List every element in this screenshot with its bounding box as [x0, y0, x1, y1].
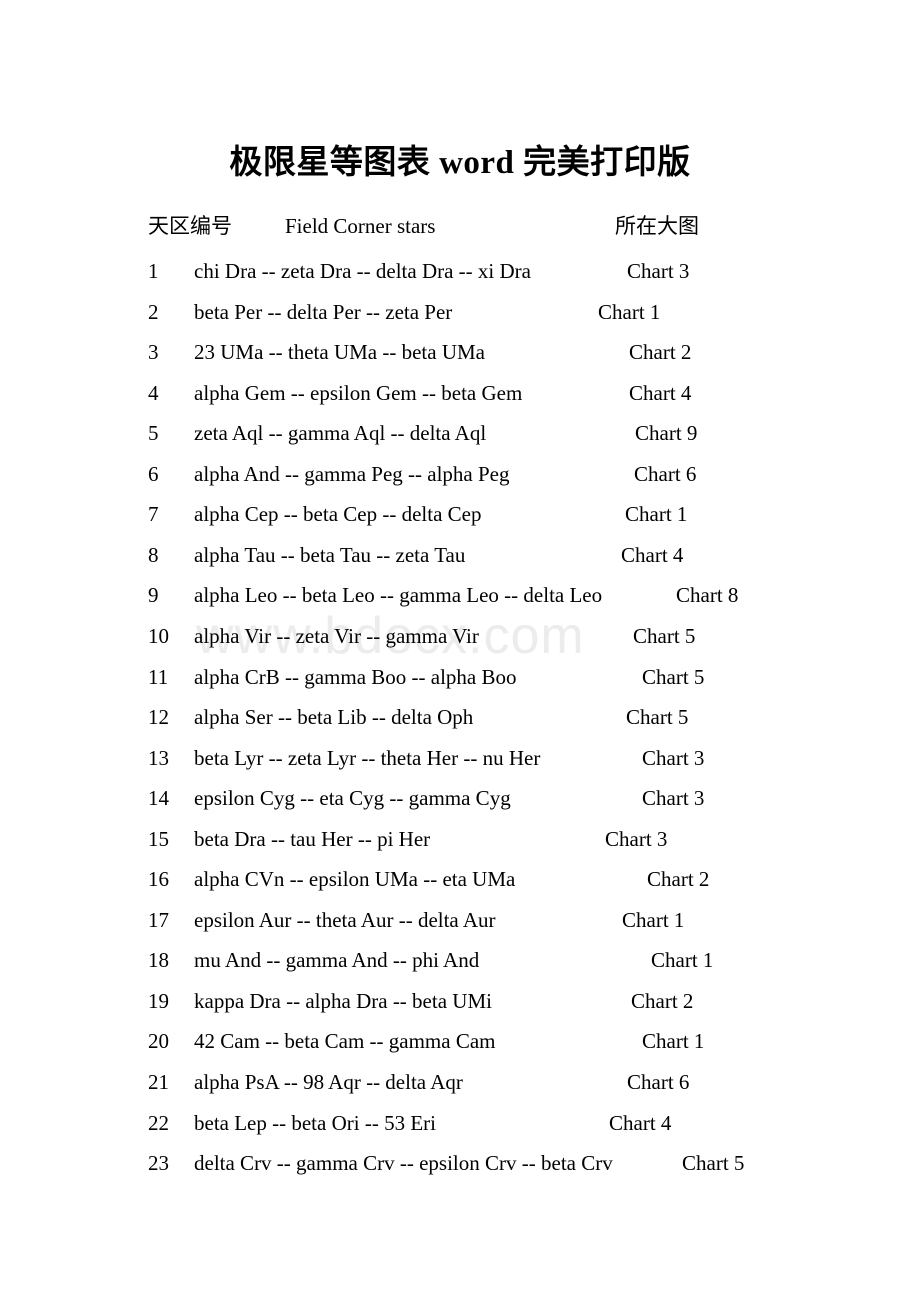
cell-corner-stars: alpha Vir -- zeta Vir -- gamma Vir — [194, 623, 479, 648]
table-row: 1 chi Dra -- zeta Dra -- delta Dra -- xi … — [148, 254, 848, 288]
cell-field-number: 19 — [148, 988, 169, 1013]
cell-corner-stars: chi Dra -- zeta Dra -- delta Dra -- xi D… — [194, 259, 531, 283]
table-row: 2 beta Per -- delta Per -- zeta Per Chart … — [148, 295, 848, 329]
cell-chart-reference: Chart 3 — [627, 259, 690, 283]
page-title: 极限星等图表 word 完美打印版 — [229, 145, 691, 181]
cell-chart-reference: Chart 1 — [625, 502, 688, 527]
cell-field-number: 3 — [148, 340, 159, 365]
cell-field-number: 15 — [148, 826, 169, 851]
cell-corner-stars: beta Lyr -- zeta Lyr -- theta Her -- nu … — [194, 745, 541, 770]
column-header-chart: 所在大图 — [615, 214, 699, 238]
cell-field-number: 14 — [148, 786, 169, 811]
cell-corner-stars: alpha Tau -- beta Tau -- zeta Tau — [194, 542, 466, 567]
cell-field-number: 10 — [148, 623, 169, 648]
table-row: 19 kappa Dra -- alpha Dra -- beta UMi Char… — [148, 984, 848, 1018]
cell-field-number: 8 — [148, 542, 159, 567]
cell-field-number: 7 — [148, 502, 159, 527]
table-row: 4 alpha Gem -- epsilon Gem -- beta Gem Cha… — [148, 376, 848, 410]
cell-chart-reference: Chart 5 — [682, 1151, 745, 1176]
cell-field-number: 23 — [148, 1151, 169, 1176]
table-row: 18 mu And -- gamma And -- phi And Chart 1 — [148, 943, 848, 977]
table-row: 17 epsilon Aur -- theta Aur -- delta Aur C… — [148, 903, 848, 937]
cell-chart-reference: Chart 3 — [642, 745, 705, 770]
cell-corner-stars: alpha And -- gamma Peg -- alpha Peg — [194, 461, 510, 486]
cell-corner-stars: alpha Leo -- beta Leo -- gamma Leo -- de… — [194, 583, 603, 608]
cell-field-number: 9 — [148, 583, 159, 608]
cell-field-number: 11 — [148, 664, 169, 689]
table-row: 5 zeta Aql -- gamma Aql -- delta Aql Chart… — [148, 416, 848, 450]
column-header-stars: Field Corner stars — [285, 214, 436, 238]
cell-chart-reference: Chart 9 — [635, 421, 698, 446]
cell-chart-reference: Chart 2 — [629, 340, 692, 365]
cell-chart-reference: Chart 1 — [642, 1029, 705, 1054]
cell-corner-stars: alpha PsA -- 98 Aqr -- delta Aqr — [194, 1070, 463, 1094]
cell-field-number: 20 — [148, 1029, 169, 1054]
table-row: 14 epsilon Cyg -- eta Cyg -- gamma Cyg Cha… — [148, 781, 848, 815]
cell-chart-reference: Chart 2 — [647, 867, 710, 892]
cell-chart-reference: Chart 1 — [622, 907, 685, 932]
cell-chart-reference: Chart 8 — [676, 583, 739, 608]
cell-corner-stars: beta Per -- delta Per -- zeta Per — [194, 299, 453, 324]
cell-corner-stars: mu And -- gamma And -- phi And — [194, 948, 480, 973]
table-row: 13 beta Lyr -- zeta Lyr -- theta Her -- n… — [148, 741, 848, 775]
table-row: 22 beta Lep -- beta Ori -- 53 Eri Chart 4 — [148, 1106, 848, 1140]
cell-chart-reference: Chart 3 — [605, 826, 668, 851]
table-row: 12 alpha Ser -- beta Lib -- delta Oph Char… — [148, 700, 848, 734]
cell-corner-stars: epsilon Aur -- theta Aur -- delta Aur — [194, 907, 496, 932]
cell-chart-reference: Chart 4 — [629, 380, 692, 405]
table-row: 8 alpha Tau -- beta Tau -- zeta Tau Chart … — [148, 538, 848, 572]
cell-corner-stars: beta Dra -- tau Her -- pi Her — [194, 826, 431, 851]
cell-field-number: 22 — [148, 1110, 169, 1135]
table-row: 16 alpha CVn -- epsilon UMa -- eta UMa Cha… — [148, 862, 848, 896]
table-row: 3 23 UMa -- theta UMa -- beta UMa Chart 2 — [148, 335, 848, 369]
cell-field-number: 4 — [148, 380, 159, 405]
cell-corner-stars: alpha Ser -- beta Lib -- delta Oph — [194, 705, 474, 730]
cell-chart-reference: Chart 5 — [642, 664, 705, 689]
cell-chart-reference: Chart 5 — [633, 623, 696, 648]
cell-corner-stars: delta Crv -- gamma Crv -- epsilon Crv --… — [194, 1151, 613, 1176]
table-row: 6 alpha And -- gamma Peg -- alpha Peg Char… — [148, 457, 848, 491]
cell-field-number: 6 — [148, 461, 159, 486]
table-row: 20 42 Cam -- beta Cam -- gamma Cam Chart 1 — [148, 1024, 848, 1058]
cell-chart-reference: Chart 6 — [634, 461, 697, 486]
cell-field-number: 12 — [148, 705, 169, 730]
cell-corner-stars: alpha Cep -- beta Cep -- delta Cep — [194, 502, 482, 527]
cell-field-number: 5 — [148, 421, 159, 446]
table-row: 7 alpha Cep -- beta Cep -- delta Cep Chart… — [148, 497, 848, 531]
cell-field-number: 21 — [148, 1070, 169, 1094]
cell-corner-stars: zeta Aql -- gamma Aql -- delta Aql — [194, 421, 487, 446]
cell-chart-reference: Chart 1 — [598, 299, 661, 324]
cell-chart-reference: Chart 5 — [626, 705, 689, 730]
table-row: 23 delta Crv -- gamma Crv -- epsilon Crv … — [148, 1146, 848, 1180]
column-header-number: 天区编号 — [148, 214, 232, 238]
cell-corner-stars: 23 UMa -- theta UMa -- beta UMa — [194, 340, 485, 365]
cell-chart-reference: Chart 2 — [631, 988, 694, 1013]
table-row: 9 alpha Leo -- beta Leo -- gamma Leo -- d… — [148, 578, 848, 612]
cell-field-number: 13 — [148, 745, 169, 770]
cell-chart-reference: Chart 6 — [627, 1070, 690, 1094]
table-row: 11 alpha CrB -- gamma Boo -- alpha Boo Cha… — [148, 660, 848, 694]
cell-chart-reference: Chart 1 — [651, 948, 714, 973]
cell-field-number: 16 — [148, 867, 169, 892]
cell-corner-stars: alpha Gem -- epsilon Gem -- beta Gem — [194, 380, 523, 405]
document-page: www.bdocx.com 极限星等图表 word 完美打印版 天区编号 Fie… — [0, 0, 920, 1302]
table-row: 21 alpha PsA -- 98 Aqr -- delta Aqr Chart … — [148, 1065, 848, 1099]
table-header-row: 天区编号 Field Corner stars 所在大图 — [148, 209, 788, 243]
table-row: 10 alpha Vir -- zeta Vir -- gamma Vir Char… — [148, 619, 848, 653]
cell-corner-stars: alpha CrB -- gamma Boo -- alpha Boo — [194, 664, 517, 689]
cell-field-number: 1 — [148, 259, 159, 283]
cell-corner-stars: beta Lep -- beta Ori -- 53 Eri — [194, 1110, 436, 1135]
cell-field-number: 17 — [148, 907, 169, 932]
cell-corner-stars: epsilon Cyg -- eta Cyg -- gamma Cyg — [194, 786, 511, 811]
cell-field-number: 18 — [148, 948, 169, 973]
table-row: 15 beta Dra -- tau Her -- pi Her Chart 3 — [148, 822, 848, 856]
cell-chart-reference: Chart 4 — [621, 542, 684, 567]
cell-corner-stars: alpha CVn -- epsilon UMa -- eta UMa — [194, 867, 516, 892]
cell-chart-reference: Chart 3 — [642, 786, 705, 811]
cell-corner-stars: kappa Dra -- alpha Dra -- beta UMi — [194, 988, 492, 1013]
cell-corner-stars: 42 Cam -- beta Cam -- gamma Cam — [194, 1029, 496, 1054]
cell-field-number: 2 — [148, 299, 159, 324]
cell-chart-reference: Chart 4 — [609, 1110, 672, 1135]
